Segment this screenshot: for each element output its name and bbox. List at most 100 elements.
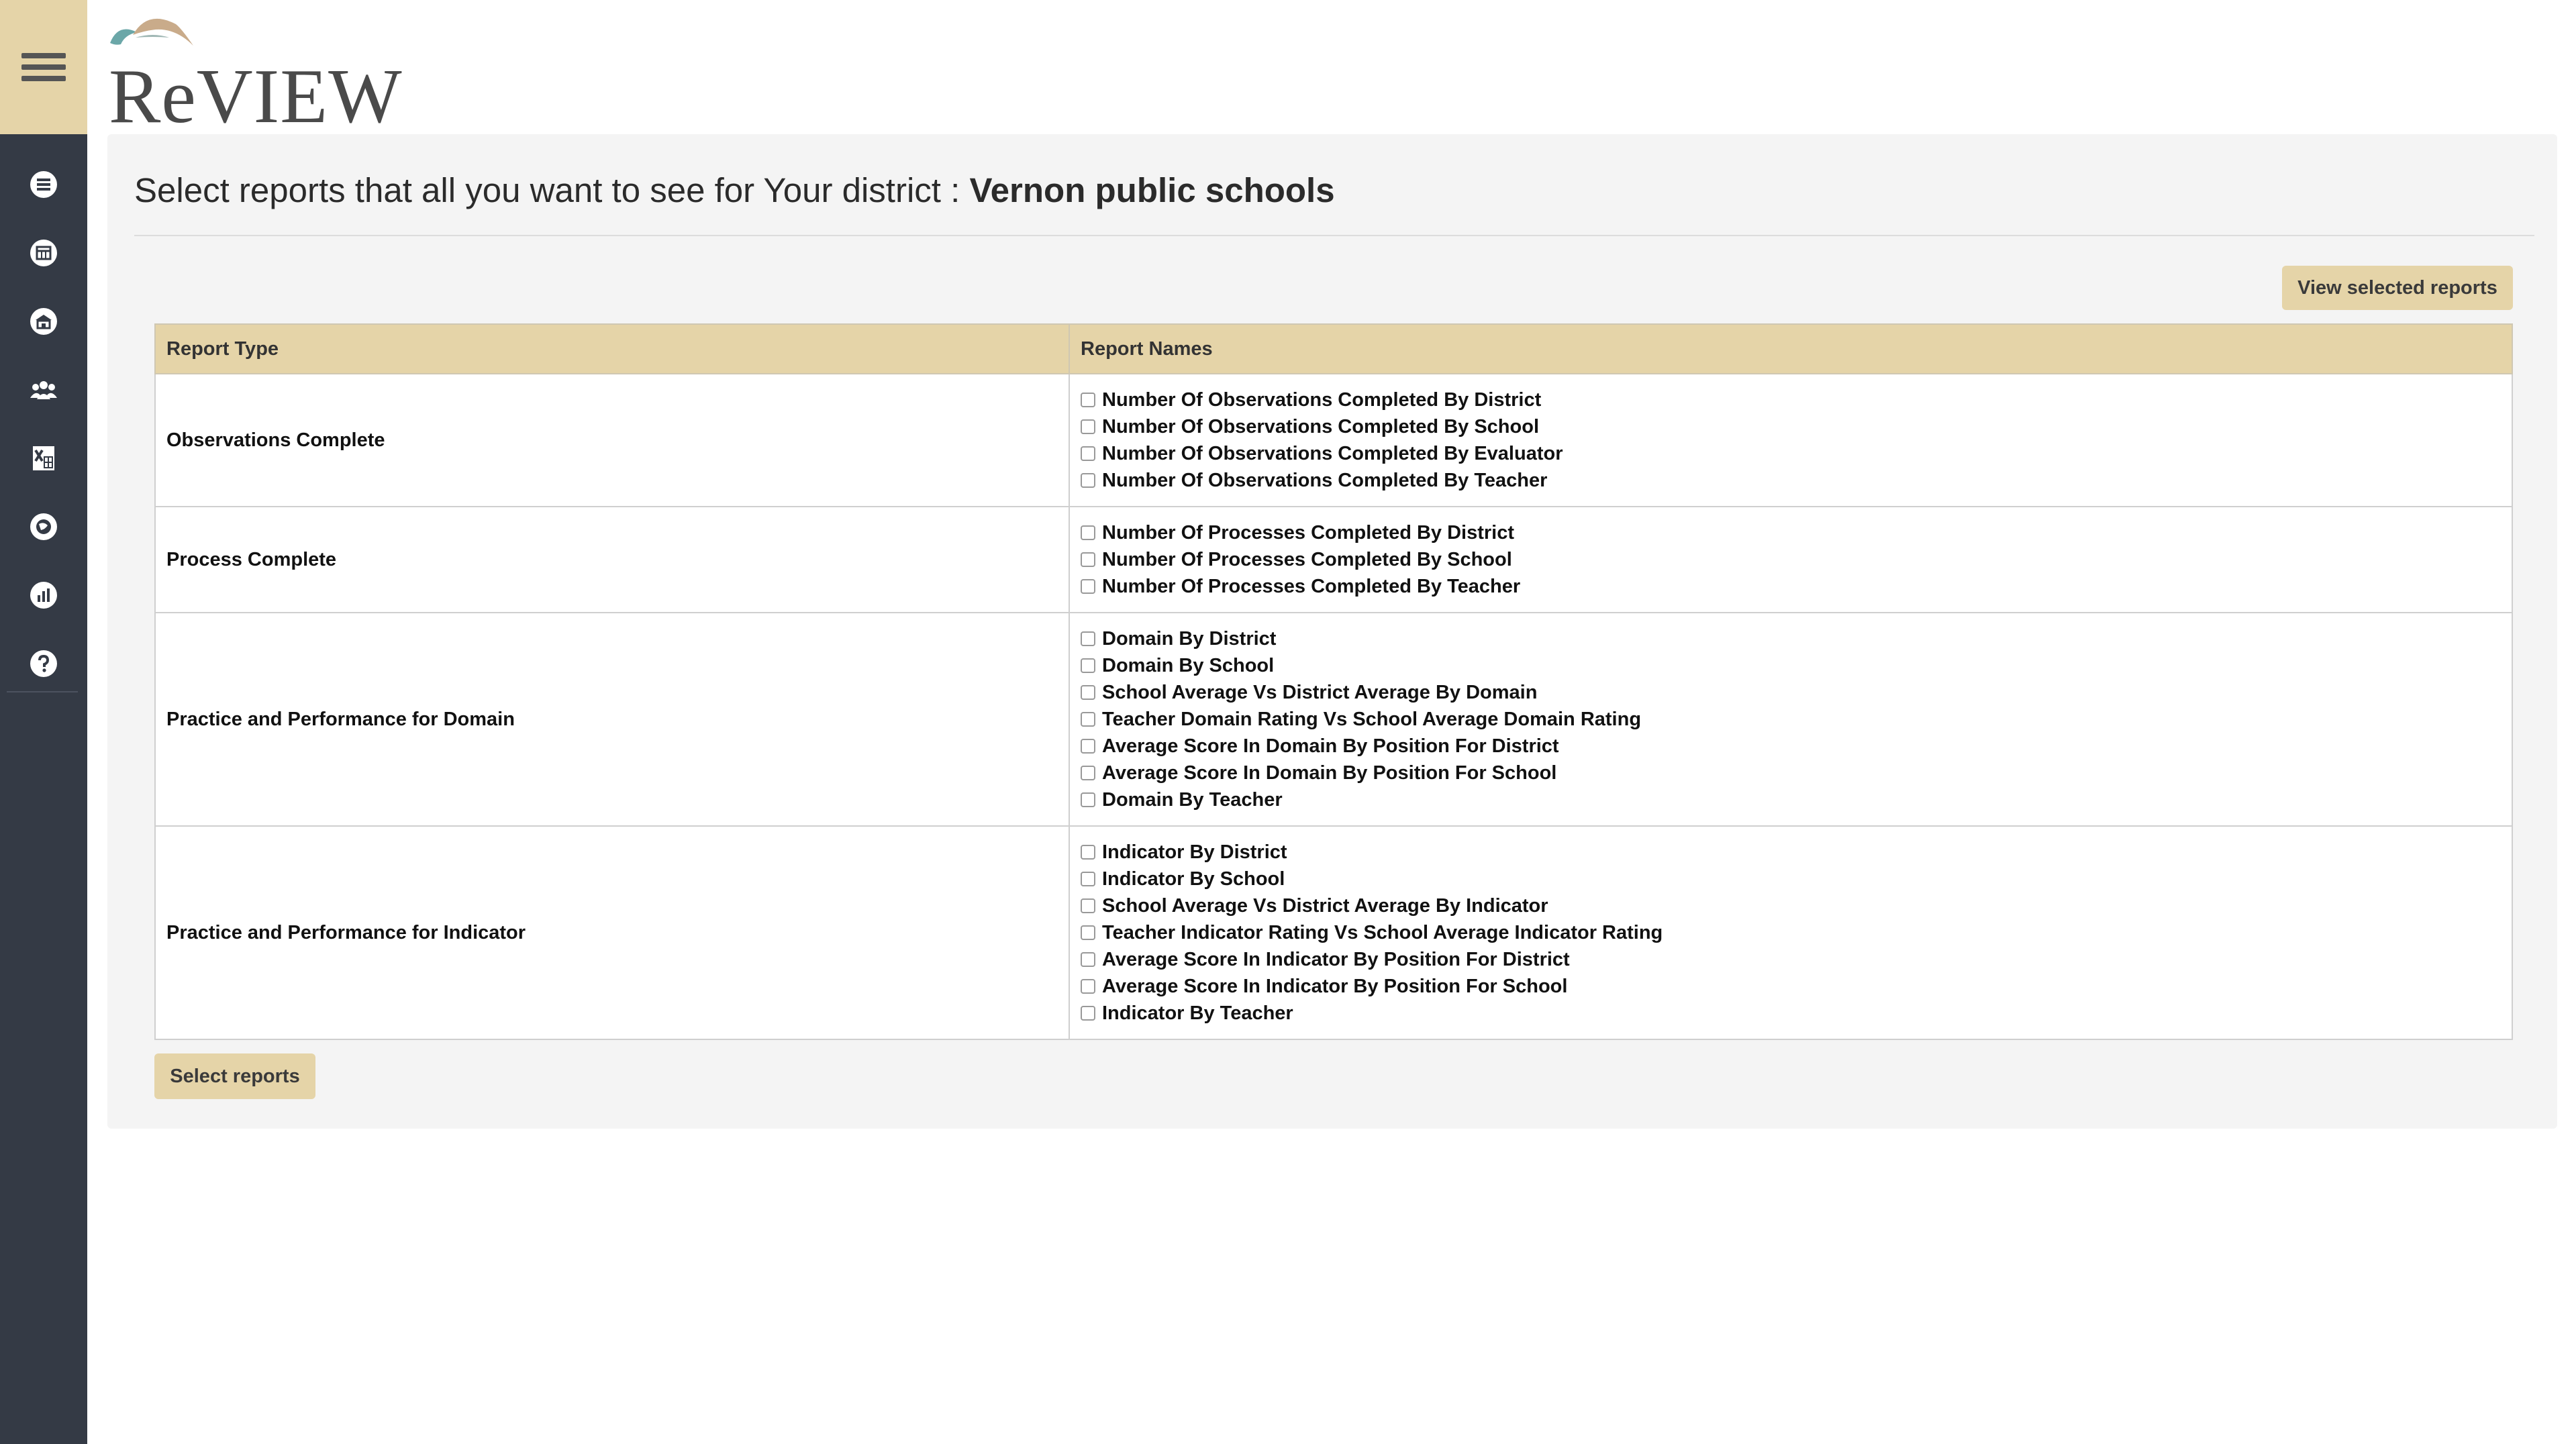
report-checkbox[interactable] [1081,979,1095,994]
report-name-label: Domain By District [1102,627,1277,650]
report-option[interactable]: Average Score In Indicator By Position F… [1081,946,2501,973]
calendar-icon [30,240,57,266]
report-option[interactable]: Indicator By Teacher [1081,1000,2501,1027]
view-selected-reports-button[interactable]: View selected reports [2282,266,2513,310]
sidebar-item-calendar[interactable] [0,219,87,287]
report-names-cell: Indicator By District Indicator By School… [1069,825,2513,1040]
report-name-label: School Average Vs District Average By In… [1102,894,1548,917]
report-checkbox[interactable] [1081,631,1095,646]
report-checkbox[interactable] [1081,792,1095,807]
report-name-label: Teacher Domain Rating Vs School Average … [1102,708,1642,730]
sidebar-divider [7,691,78,692]
report-checkbox[interactable] [1081,766,1095,780]
report-option[interactable]: Domain By Teacher [1081,786,2501,813]
page-title: Select reports that all you want to see … [134,170,1335,210]
report-checkbox[interactable] [1081,658,1095,673]
report-names-cell: Number Of Processes Completed By Distric… [1069,506,2513,613]
report-names-cell: Number Of Observations Completed By Dist… [1069,373,2513,507]
column-header-report-names: Report Names [1069,323,2513,374]
report-option[interactable]: Number Of Observations Completed By Scho… [1081,413,2501,440]
sidebar [0,0,87,1444]
report-name-label: Number Of Observations Completed By Eval… [1102,442,1563,464]
report-selection-panel: Select reports that all you want to see … [107,134,2557,1129]
page-title-prefix: Select reports that all you want to see … [134,171,970,209]
logo-text: ReVIEW [109,54,403,140]
report-option[interactable]: Teacher Domain Rating Vs School Average … [1081,706,2501,733]
report-option[interactable]: Teacher Indicator Rating Vs School Avera… [1081,919,2501,946]
report-name-label: Indicator By District [1102,841,1287,863]
help-icon [30,650,57,677]
report-checkbox[interactable] [1081,419,1095,434]
report-name-label: Domain By Teacher [1102,788,1283,811]
bar-chart-icon [30,582,57,609]
sidebar-item-globe[interactable] [0,493,87,561]
report-option[interactable]: Domain By District [1081,625,2501,652]
report-option[interactable]: Domain By School [1081,652,2501,679]
report-option[interactable]: Indicator By District [1081,839,2501,866]
sidebar-item-school[interactable] [0,287,87,356]
report-checkbox[interactable] [1081,579,1095,594]
report-checkbox[interactable] [1081,952,1095,967]
report-option[interactable]: Number Of Processes Completed By Teacher [1081,573,2501,600]
hamburger-icon [21,53,66,81]
report-type-cell: Process Complete [154,506,1070,613]
report-checkbox[interactable] [1081,872,1095,886]
report-name-label: Average Score In Domain By Position For … [1102,735,1559,757]
menu-toggle-button[interactable] [0,0,87,134]
table-row: Process Complete Number Of Processes Comp… [154,506,2513,613]
report-option[interactable]: School Average Vs District Average By In… [1081,892,2501,919]
report-option[interactable]: School Average Vs District Average By Do… [1081,679,2501,706]
logo-bird-icon [110,18,193,46]
report-option[interactable]: Indicator By School [1081,866,2501,892]
report-checkbox[interactable] [1081,845,1095,860]
sidebar-item-users[interactable] [0,356,87,424]
report-name-label: Indicator By Teacher [1102,1002,1293,1024]
sidebar-item-excel[interactable] [0,424,87,493]
select-reports-button[interactable]: Select reports [154,1053,315,1099]
district-name: Vernon public schools [969,171,1335,209]
sidebar-item-list[interactable] [0,150,87,219]
report-name-label: Number Of Processes Completed By Distric… [1102,521,1515,544]
report-name-label: Number Of Observations Completed By Teac… [1102,469,1548,491]
column-header-report-type: Report Type [154,323,1070,374]
report-checkbox[interactable] [1081,473,1095,488]
report-option[interactable]: Average Score In Indicator By Position F… [1081,973,2501,1000]
excel-icon [33,446,54,470]
report-names-cell: Domain By District Domain By School School… [1069,612,2513,827]
report-checkbox[interactable] [1081,925,1095,940]
report-option[interactable]: Number Of Observations Completed By Eval… [1081,440,2501,467]
review-logo: ReVIEW [106,5,402,136]
report-type-cell: Observations Complete [154,373,1070,507]
report-checkbox[interactable] [1081,393,1095,407]
report-name-label: Average Score In Domain By Position For … [1102,762,1557,784]
report-option[interactable]: Number Of Processes Completed By School [1081,546,2501,573]
report-checkbox[interactable] [1081,446,1095,461]
report-name-label: Teacher Indicator Rating Vs School Avera… [1102,921,1663,943]
list-icon [30,171,57,198]
report-name-label: School Average Vs District Average By Do… [1102,681,1538,703]
report-option[interactable]: Average Score In Domain By Position For … [1081,760,2501,786]
globe-icon [30,513,57,540]
report-type-cell: Practice and Performance for Domain [154,612,1070,827]
report-checkbox[interactable] [1081,1006,1095,1021]
report-name-label: Number Of Observations Completed By Scho… [1102,415,1539,437]
report-checkbox[interactable] [1081,552,1095,567]
report-option[interactable]: Number Of Observations Completed By Dist… [1081,386,2501,413]
title-divider [134,235,2534,236]
reports-table: Report Type Report Names Observations Co… [154,323,2513,1040]
report-option[interactable]: Average Score In Domain By Position For … [1081,733,2501,760]
users-icon [30,381,57,399]
report-checkbox[interactable] [1081,739,1095,754]
sidebar-item-help[interactable] [0,629,87,698]
report-name-label: Indicator By School [1102,868,1285,890]
report-checkbox[interactable] [1081,712,1095,727]
report-checkbox[interactable] [1081,525,1095,540]
report-name-label: Domain By School [1102,654,1275,676]
report-option[interactable]: Number Of Processes Completed By Distric… [1081,519,2501,546]
report-checkbox[interactable] [1081,685,1095,700]
sidebar-item-charts[interactable] [0,561,87,629]
report-option[interactable]: Number Of Observations Completed By Teac… [1081,467,2501,494]
report-checkbox[interactable] [1081,898,1095,913]
report-name-label: Number Of Processes Completed By Teacher [1102,575,1521,597]
report-name-label: Number Of Processes Completed By School [1102,548,1512,570]
